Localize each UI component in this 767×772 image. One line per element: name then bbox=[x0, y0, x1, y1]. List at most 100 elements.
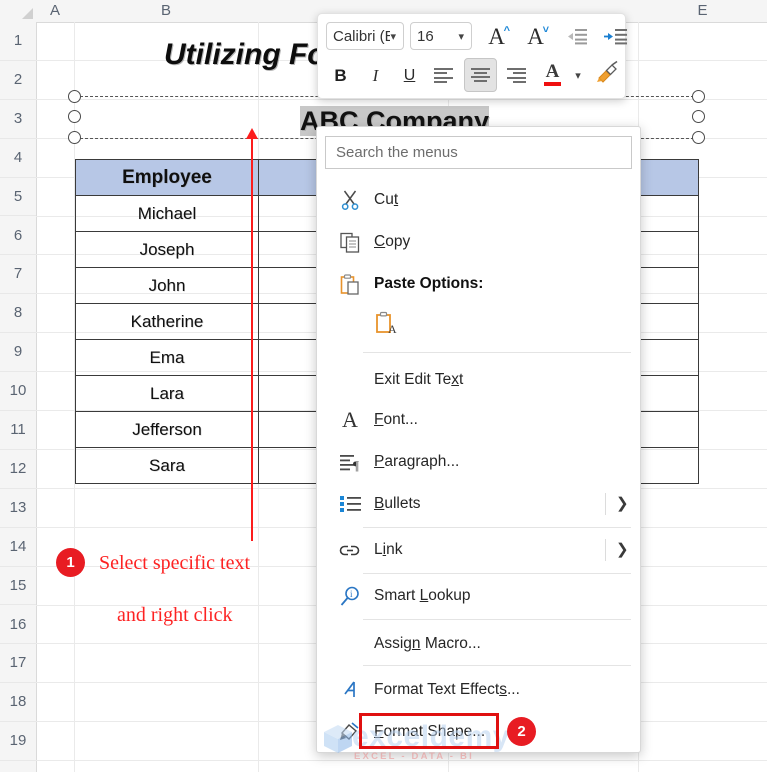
row-header-19[interactable]: 19 bbox=[0, 722, 36, 762]
row-header-15[interactable]: 15 bbox=[0, 566, 36, 606]
context-menu[interactable]: Search the menus Cut Copy Paste Options:… bbox=[316, 126, 641, 753]
shape-handle-top-left[interactable] bbox=[68, 90, 81, 103]
row-header-14[interactable]: 14 bbox=[0, 527, 36, 567]
annotation-text-line-2: and right click bbox=[117, 604, 233, 626]
copy-icon bbox=[337, 232, 363, 253]
row-header-10[interactable]: 10 bbox=[0, 372, 36, 411]
italic-button[interactable]: I bbox=[360, 60, 391, 91]
chevron-down-icon: ▾ bbox=[390, 30, 396, 43]
format-painter-button[interactable] bbox=[592, 58, 624, 89]
annotation-badge-1: 1 bbox=[56, 548, 85, 577]
bold-button[interactable]: B bbox=[325, 60, 356, 91]
menu-item-copy[interactable]: Copy bbox=[317, 223, 640, 261]
row-header-11[interactable]: 11 bbox=[0, 411, 36, 450]
grow-font-icon: A bbox=[488, 23, 505, 49]
menu-item-smart-lookup[interactable]: i Smart Lookup bbox=[317, 577, 640, 615]
bold-icon: B bbox=[334, 65, 347, 85]
menu-item-paste-options[interactable]: Paste Options: bbox=[317, 265, 640, 303]
submenu-divider bbox=[605, 493, 606, 515]
font-color-button[interactable]: A bbox=[537, 58, 568, 89]
row-header-9[interactable]: 9 bbox=[0, 333, 36, 373]
clipboard-icon bbox=[337, 273, 363, 295]
menu-separator bbox=[363, 665, 631, 666]
menu-item-paragraph[interactable]: ¶ Paragraph... bbox=[317, 443, 640, 481]
format-painter-icon bbox=[596, 60, 620, 88]
menu-separator bbox=[363, 619, 631, 620]
font-size-combo[interactable]: 16 ▾ bbox=[410, 22, 472, 50]
row-header-3[interactable]: 3 bbox=[0, 99, 36, 139]
align-center-button[interactable] bbox=[464, 58, 497, 92]
row-header-12[interactable]: 12 bbox=[0, 449, 36, 489]
menu-item-assign-macro[interactable]: Assign Macro... bbox=[317, 625, 640, 663]
font-name-value: Calibri (E bbox=[333, 27, 391, 45]
row-header-1[interactable]: 1 bbox=[0, 22, 36, 61]
menu-item-exit-edit-text[interactable]: Exit Edit Text bbox=[317, 361, 640, 399]
menu-item-cut[interactable]: Cut bbox=[317, 181, 640, 219]
increase-indent-button[interactable] bbox=[600, 21, 631, 52]
font-name-combo[interactable]: Calibri (E ▾ bbox=[326, 22, 404, 50]
table-cell[interactable]: Ema bbox=[75, 339, 259, 376]
chevron-right-icon: ❯ bbox=[616, 541, 629, 558]
shrink-font-icon: A bbox=[527, 23, 544, 49]
table-cell[interactable]: Michael bbox=[75, 195, 259, 232]
underline-button[interactable]: U bbox=[394, 60, 425, 91]
table-header-employee[interactable]: Employee bbox=[75, 159, 259, 196]
shape-handle-mid-left[interactable] bbox=[68, 110, 81, 123]
caret-down-icon: ˅ bbox=[542, 24, 549, 36]
column-header-a[interactable]: A bbox=[36, 0, 75, 22]
menu-label-bullets: Bullets bbox=[374, 495, 421, 512]
align-right-button[interactable] bbox=[501, 60, 532, 91]
row-header-17[interactable]: 17 bbox=[0, 644, 36, 684]
row-header-2[interactable]: 2 bbox=[0, 60, 36, 100]
shape-handle-bottom-left[interactable] bbox=[68, 131, 81, 144]
row-header-16[interactable]: 16 bbox=[0, 605, 36, 645]
column-header-e[interactable]: E bbox=[638, 0, 767, 22]
menu-item-font[interactable]: A Font... bbox=[317, 401, 640, 439]
column-header-b[interactable]: B bbox=[74, 0, 259, 22]
row-header-6[interactable]: 6 bbox=[0, 216, 36, 256]
row-header-5[interactable]: 5 bbox=[0, 177, 36, 217]
menu-item-format-text-effects[interactable]: Format Text Effects... bbox=[317, 671, 640, 709]
menu-item-link[interactable]: Link ❯ bbox=[317, 531, 640, 569]
table-cell[interactable]: Jefferson bbox=[75, 411, 259, 448]
table-cell[interactable]: Sara bbox=[75, 447, 259, 484]
svg-text:¶: ¶ bbox=[353, 458, 359, 472]
table-cell[interactable]: Joseph bbox=[75, 231, 259, 268]
smart-lookup-icon: i bbox=[337, 586, 363, 607]
menu-separator bbox=[363, 527, 631, 528]
shape-handle-bottom-right[interactable] bbox=[692, 131, 705, 144]
annotation-pointer-line bbox=[251, 136, 253, 541]
decrease-indent-button[interactable] bbox=[560, 21, 591, 52]
row-header-13[interactable]: 13 bbox=[0, 488, 36, 528]
shape-handle-mid-right[interactable] bbox=[692, 110, 705, 123]
table-cell[interactable]: Katherine bbox=[75, 303, 259, 340]
menu-separator bbox=[363, 352, 631, 353]
font-color-icon: A bbox=[544, 62, 561, 86]
font-color-dropdown[interactable]: ▾ bbox=[569, 60, 587, 91]
menu-label-cut: Cut bbox=[374, 191, 399, 208]
menu-item-paste-keep-text-only[interactable]: A bbox=[317, 307, 640, 345]
menu-label-paste-options: Paste Options: bbox=[374, 275, 484, 292]
table-cell[interactable]: Lara bbox=[75, 375, 259, 412]
align-left-button[interactable] bbox=[428, 60, 459, 91]
grow-font-button[interactable]: A ^ bbox=[481, 21, 512, 52]
shrink-font-button[interactable]: A ˅ bbox=[520, 21, 551, 52]
underline-icon: U bbox=[403, 66, 416, 84]
menu-label-link: Link bbox=[374, 541, 403, 558]
table-cell[interactable]: John bbox=[75, 267, 259, 304]
menu-label-smart-lookup: Smart Lookup bbox=[374, 587, 471, 604]
row-header-8[interactable]: 8 bbox=[0, 294, 36, 334]
shape-handle-top-right[interactable] bbox=[692, 90, 705, 103]
mini-floating-toolbar[interactable]: Calibri (E ▾ 16 ▾ A ^ A ˅ B I U A ▾ bbox=[317, 13, 627, 99]
row-header-4[interactable]: 4 bbox=[0, 138, 36, 178]
menu-item-bullets[interactable]: Bullets ❯ bbox=[317, 485, 640, 523]
search-the-menus-input[interactable]: Search the menus bbox=[325, 136, 632, 169]
decrease-indent-icon bbox=[564, 28, 588, 45]
row-header-18[interactable]: 18 bbox=[0, 683, 36, 723]
menu-separator bbox=[363, 573, 631, 574]
row-header-7[interactable]: 7 bbox=[0, 255, 36, 295]
align-left-icon bbox=[434, 66, 453, 85]
select-all-corner[interactable] bbox=[0, 0, 37, 23]
annotation-highlight-box-2 bbox=[359, 713, 499, 749]
text-effects-icon bbox=[337, 680, 363, 701]
